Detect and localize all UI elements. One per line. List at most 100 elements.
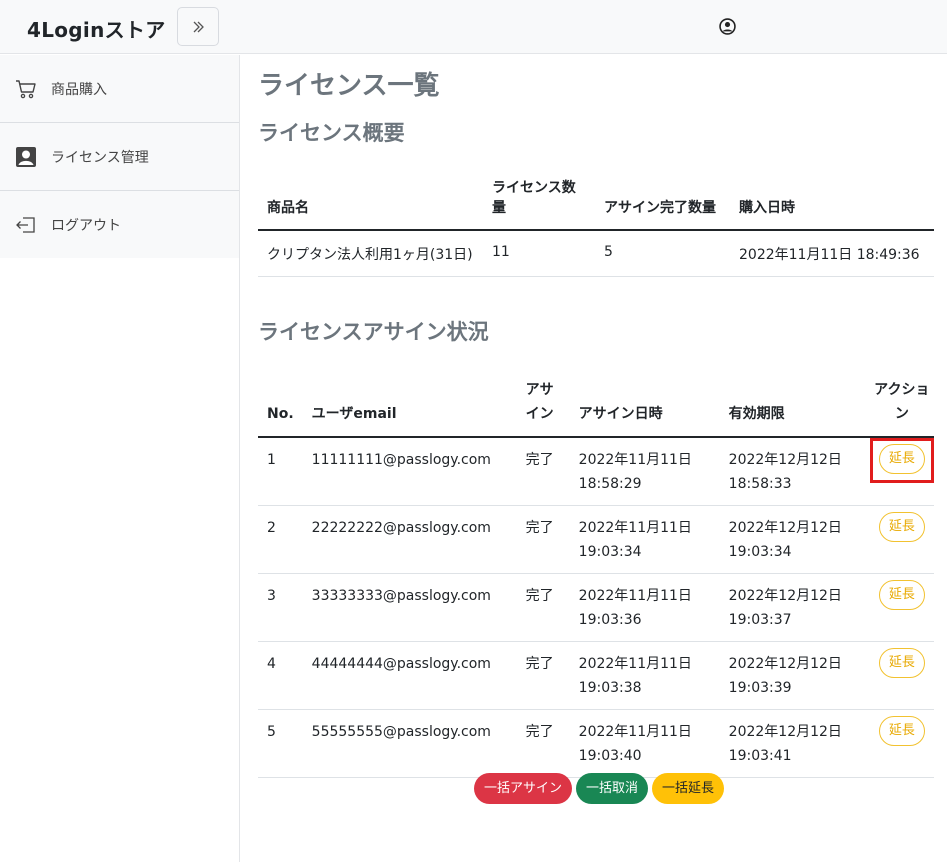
highlight-box: 延長: [869, 438, 934, 483]
button-wrap: 延長: [870, 642, 934, 687]
col-no: No.: [258, 370, 303, 438]
license-summary-table: 商品名 ライセンス数量 アサイン完了数量 購入日時 クリプタン法人利用1ヶ月(3…: [258, 163, 934, 277]
row-assign-time: 19:03:40: [578, 748, 642, 764]
row-no: 5: [258, 709, 303, 778]
col-assign-status-line1: アサ: [525, 382, 554, 398]
row-expiry-datetime: 2022年12月12日 19:03:41: [719, 709, 870, 778]
bulk-cancel-button[interactable]: 一括取消: [576, 773, 649, 804]
page-title: ライセンス一覧: [258, 71, 440, 101]
row-action: 延長: [869, 505, 934, 574]
row-assign-time: 19:03:36: [578, 612, 642, 628]
row-no: 1: [258, 437, 303, 506]
col-product-name: 商品名: [258, 163, 483, 231]
row-expiry-date: 2022年12月12日: [728, 656, 842, 672]
col-action-line1: アクショ: [874, 382, 930, 398]
brand-title[interactable]: 4Loginストア: [27, 14, 166, 43]
row-no: 3: [258, 573, 303, 642]
logout-icon: [16, 217, 35, 233]
bulk-actions: 一括アサイン 一括取消 一括延長: [474, 773, 725, 804]
row-email: 22222222@passlogy.com: [302, 505, 517, 574]
assign-section-title: ライセンスアサイン状況: [258, 320, 489, 344]
license-count: 11: [483, 230, 595, 277]
row-expiry-date: 2022年12月12日: [728, 520, 842, 536]
sidebar-item-purchase[interactable]: 商品購入: [0, 55, 239, 123]
col-action: アクション: [869, 370, 934, 438]
col-user-email: ユーザemail: [302, 370, 517, 438]
license-assign-table: No. ユーザemail アサイン アサイン日時 有効期限 アクション 1 11…: [258, 370, 934, 778]
row-status: 完了: [516, 437, 570, 506]
row-no: 4: [258, 641, 303, 710]
row-assign-datetime: 2022年11月11日 19:03:34: [569, 505, 720, 574]
row-expiry-datetime: 2022年12月12日 19:03:39: [719, 641, 870, 710]
row-assign-time: 18:58:29: [578, 476, 642, 492]
row-assign-date: 2022年11月11日: [578, 656, 692, 672]
sidebar-toggle-button[interactable]: [177, 7, 219, 46]
cart-icon: [16, 80, 36, 99]
table-row: 3 33333333@passlogy.com 完了 2022年11月11日 19…: [258, 573, 934, 642]
row-status: 完了: [516, 641, 570, 710]
extend-button[interactable]: 延長: [878, 648, 925, 678]
col-expiry: 有効期限: [719, 370, 870, 438]
product-name: クリプタン法人利用1ヶ月(31日): [258, 230, 483, 277]
row-email: 44444444@passlogy.com: [302, 641, 517, 710]
row-action: 延長: [869, 709, 934, 778]
chevron-double-right-icon: [193, 21, 204, 32]
col-action-line2: ン: [894, 406, 909, 422]
row-expiry-datetime: 2022年12月12日 19:03:34: [719, 505, 870, 574]
sidebar-item-license-management[interactable]: ライセンス管理: [0, 123, 239, 191]
col-assigned-count: アサイン完了数量: [595, 163, 730, 231]
button-wrap: 延長: [870, 710, 934, 755]
row-status: 完了: [516, 709, 570, 778]
bulk-extend-button[interactable]: 一括延長: [652, 773, 725, 804]
sidebar-item-label: 商品購入: [51, 82, 107, 98]
row-expiry-time: 19:03:37: [728, 612, 792, 628]
row-expiry-datetime: 2022年12月12日 18:58:33: [719, 437, 870, 506]
extend-button[interactable]: 延長: [878, 580, 925, 610]
row-action: 延長: [869, 573, 934, 642]
col-purchase-date: 購入日時: [730, 163, 934, 231]
row-assign-date: 2022年11月11日: [578, 724, 692, 740]
table-row: 1 11111111@passlogy.com 完了 2022年11月11日 18…: [258, 437, 934, 506]
row-assign-time: 19:03:38: [578, 680, 642, 696]
col-license-count: ライセンス数量: [483, 163, 595, 231]
row-assign-time: 19:03:34: [578, 544, 642, 560]
table-row: 2 22222222@passlogy.com 完了 2022年11月11日 19…: [258, 505, 934, 574]
row-no: 2: [258, 505, 303, 574]
sidebar: 商品購入 ライセンス管理 ログアウト: [0, 55, 240, 862]
user-circle-icon[interactable]: [719, 18, 736, 35]
bulk-assign-button[interactable]: 一括アサイン: [474, 773, 573, 804]
row-expiry-date: 2022年12月12日: [728, 452, 842, 468]
col-assign-status-line2: イン: [525, 406, 554, 422]
row-assign-datetime: 2022年11月11日 19:03:38: [569, 641, 720, 710]
col-assign-status: アサ イン: [516, 370, 570, 438]
row-status: 完了: [516, 505, 570, 574]
button-wrap: 延長: [870, 574, 934, 619]
table-row: クリプタン法人利用1ヶ月(31日) 11 5 2022年11月11日 18:49…: [258, 230, 934, 277]
row-expiry-datetime: 2022年12月12日 19:03:37: [719, 573, 870, 642]
row-email: 11111111@passlogy.com: [302, 437, 517, 506]
extend-button[interactable]: 延長: [878, 512, 925, 542]
row-expiry-time: 18:58:33: [728, 476, 792, 492]
sidebar-item-label: ログアウト: [51, 218, 121, 234]
row-expiry-time: 19:03:41: [728, 748, 792, 764]
button-wrap: 延長: [870, 506, 934, 551]
person-badge-icon: [16, 147, 36, 167]
row-email: 33333333@passlogy.com: [302, 573, 517, 642]
row-assign-date: 2022年11月11日: [578, 452, 692, 468]
sidebar-item-logout[interactable]: ログアウト: [0, 191, 239, 259]
top-header: 4Loginストア: [0, 0, 947, 54]
row-expiry-time: 19:03:39: [728, 680, 792, 696]
row-action: 延長: [869, 641, 934, 710]
row-action: 延長: [869, 437, 934, 506]
row-assign-datetime: 2022年11月11日 19:03:36: [569, 573, 720, 642]
row-expiry-date: 2022年12月12日: [728, 724, 842, 740]
row-expiry-time: 19:03:34: [728, 544, 792, 560]
col-assign-date: アサイン日時: [569, 370, 720, 438]
extend-button[interactable]: 延長: [878, 444, 925, 474]
extend-button[interactable]: 延長: [878, 716, 925, 746]
row-status: 完了: [516, 573, 570, 642]
row-expiry-date: 2022年12月12日: [728, 588, 842, 604]
row-assign-datetime: 2022年11月11日 19:03:40: [569, 709, 720, 778]
table-row: 4 44444444@passlogy.com 完了 2022年11月11日 19…: [258, 641, 934, 710]
purchase-date: 2022年11月11日 18:49:36: [730, 230, 934, 277]
